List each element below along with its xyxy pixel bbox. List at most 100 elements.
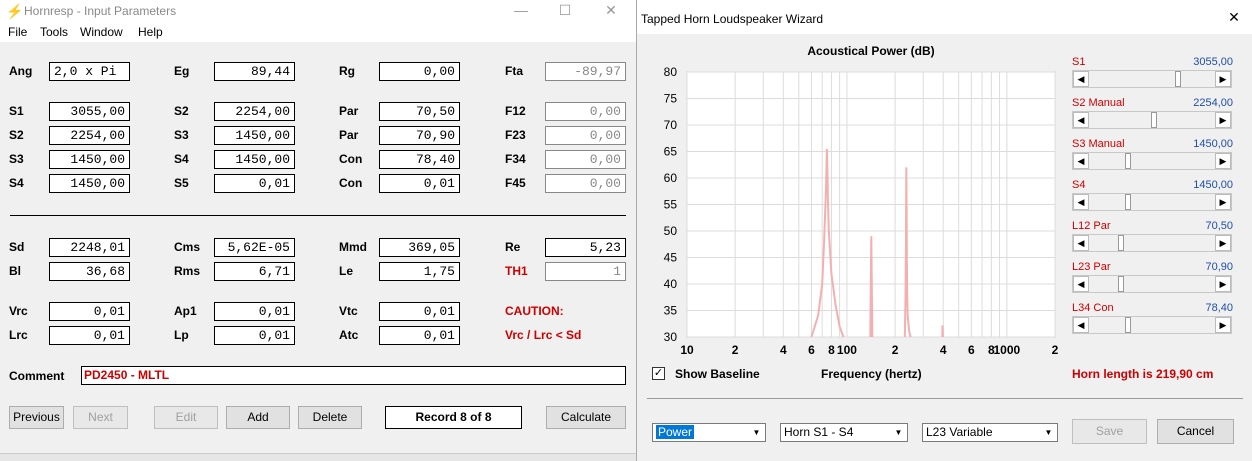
horn-combo-value: Horn S1 - S4: [784, 425, 854, 439]
field-rms[interactable]: 6,71: [214, 262, 295, 281]
slider-thumb[interactable]: [1117, 235, 1124, 251]
field-s2-col2[interactable]: 2254,00: [214, 102, 295, 121]
l23-combo[interactable]: L23 Variable ▼: [922, 423, 1058, 442]
field-le[interactable]: 1,75: [379, 262, 460, 281]
field-con1[interactable]: 78,40: [379, 150, 460, 169]
field-eg[interactable]: 89,44: [214, 62, 295, 81]
field-s4-col2[interactable]: 1450,00: [214, 150, 295, 169]
power-combo-value: Power: [656, 425, 695, 439]
slider-thumb[interactable]: [1117, 276, 1124, 292]
calculate-button[interactable]: Calculate: [546, 406, 626, 429]
label-s3: S3: [9, 152, 24, 166]
slider-label: L23 Par: [1072, 261, 1111, 273]
slider-scrollbar[interactable]: ◀ ▶: [1072, 111, 1232, 129]
menu-help[interactable]: Help: [138, 25, 163, 39]
field-lrc[interactable]: 0,01: [49, 326, 130, 345]
field-rg[interactable]: 0,00: [379, 62, 460, 81]
slider-scrollbar[interactable]: ◀ ▶: [1072, 234, 1232, 252]
menu-window[interactable]: Window: [80, 25, 123, 39]
field-vrc[interactable]: 0,01: [49, 302, 130, 321]
arrow-right-icon[interactable]: ▶: [1215, 276, 1231, 292]
field-par1[interactable]: 70,50: [379, 102, 460, 121]
slider-thumb[interactable]: [1175, 71, 1182, 87]
arrow-left-icon[interactable]: ◀: [1073, 194, 1089, 210]
menu-file[interactable]: File: [8, 25, 27, 39]
slider-scrollbar[interactable]: ◀ ▶: [1072, 316, 1232, 334]
cancel-button[interactable]: Cancel: [1157, 419, 1234, 444]
arrow-right-icon[interactable]: ▶: [1215, 317, 1231, 333]
status-bar: [0, 453, 636, 461]
slider-scrollbar[interactable]: ◀ ▶: [1072, 70, 1232, 88]
slider-scrollbar[interactable]: ◀ ▶: [1072, 152, 1232, 170]
slider-scrollbar[interactable]: ◀ ▶: [1072, 275, 1232, 293]
edit-button[interactable]: Edit: [154, 406, 218, 429]
field-con2[interactable]: 0,01: [379, 174, 460, 193]
comment-field[interactable]: PD2450 - MLTL: [81, 366, 626, 385]
field-s3-col2[interactable]: 1450,00: [214, 126, 295, 145]
field-lp[interactable]: 0,01: [214, 326, 295, 345]
slider-thumb[interactable]: [1151, 112, 1158, 128]
field-mmd[interactable]: 369,05: [379, 238, 460, 257]
save-button[interactable]: Save: [1072, 419, 1147, 444]
next-button[interactable]: Next: [73, 406, 128, 429]
slider-value: 2254,00: [1193, 97, 1233, 109]
field-s5[interactable]: 0,01: [214, 174, 295, 193]
field-vtc[interactable]: 0,01: [379, 302, 460, 321]
field-par2[interactable]: 70,90: [379, 126, 460, 145]
slider-thumb[interactable]: [1125, 194, 1131, 210]
label-s3-col2: S3: [174, 128, 189, 142]
arrow-left-icon[interactable]: ◀: [1073, 276, 1089, 292]
field-s4[interactable]: 1450,00: [49, 174, 130, 193]
chevron-down-icon[interactable]: ▼: [749, 425, 764, 440]
field-atc[interactable]: 0,01: [379, 326, 460, 345]
chevron-down-icon[interactable]: ▼: [1041, 425, 1056, 440]
y-tick-label: 55: [664, 198, 678, 212]
label-s2-col2: S2: [174, 104, 189, 118]
close-icon[interactable]: ✕: [596, 2, 626, 19]
field-sd[interactable]: 2248,01: [49, 238, 130, 257]
label-s5: S5: [174, 176, 189, 190]
slider-scrollbar[interactable]: ◀ ▶: [1072, 193, 1232, 211]
slider-value: 1450,00: [1193, 138, 1233, 150]
arrow-right-icon[interactable]: ▶: [1215, 194, 1231, 210]
x-tick-label: 4: [940, 343, 947, 357]
field-re[interactable]: 5,23: [545, 238, 626, 257]
label-s4: S4: [9, 176, 24, 190]
chevron-down-icon[interactable]: ▼: [891, 425, 906, 440]
field-s1[interactable]: 3055,00: [49, 102, 130, 121]
arrow-right-icon[interactable]: ▶: [1215, 71, 1231, 87]
wizard-close-icon[interactable]: ✕: [1219, 9, 1249, 26]
label-par1: Par: [339, 104, 359, 118]
y-tick-label: 60: [664, 171, 678, 185]
field-cms[interactable]: 5,62E-05: [214, 238, 295, 257]
label-s4-col2: S4: [174, 152, 189, 166]
slider-thumb[interactable]: [1125, 153, 1131, 169]
arrow-left-icon[interactable]: ◀: [1073, 112, 1089, 128]
field-s2[interactable]: 2254,00: [49, 126, 130, 145]
previous-button[interactable]: Previous: [9, 406, 64, 429]
delete-button[interactable]: Delete: [298, 406, 362, 429]
show-baseline-checkbox[interactable]: ✓: [652, 367, 665, 380]
field-bl[interactable]: 36,68: [49, 262, 130, 281]
field-ap1[interactable]: 0,01: [214, 302, 295, 321]
arrow-left-icon[interactable]: ◀: [1073, 153, 1089, 169]
maximize-icon[interactable]: ☐: [550, 2, 580, 19]
show-baseline-label[interactable]: Show Baseline: [675, 367, 760, 381]
left-titlebar: ⚡ Hornresp - Input Parameters — ☐ ✕: [0, 0, 636, 22]
arrow-left-icon[interactable]: ◀: [1073, 317, 1089, 333]
menu-tools[interactable]: Tools: [40, 25, 68, 39]
arrow-left-icon[interactable]: ◀: [1073, 71, 1089, 87]
minimize-icon[interactable]: —: [506, 2, 536, 18]
l23-combo-value: L23 Variable: [926, 425, 993, 439]
field-ang[interactable]: 2,0 x Pi: [49, 62, 130, 81]
arrow-right-icon[interactable]: ▶: [1215, 153, 1231, 169]
arrow-left-icon[interactable]: ◀: [1073, 235, 1089, 251]
arrow-right-icon[interactable]: ▶: [1215, 235, 1231, 251]
power-combo[interactable]: Power ▼: [652, 423, 766, 442]
add-button[interactable]: Add: [226, 406, 290, 429]
label-f12: F12: [505, 104, 526, 118]
field-s3[interactable]: 1450,00: [49, 150, 130, 169]
arrow-right-icon[interactable]: ▶: [1215, 112, 1231, 128]
horn-combo[interactable]: Horn S1 - S4 ▼: [780, 423, 908, 442]
slider-thumb[interactable]: [1125, 317, 1131, 333]
